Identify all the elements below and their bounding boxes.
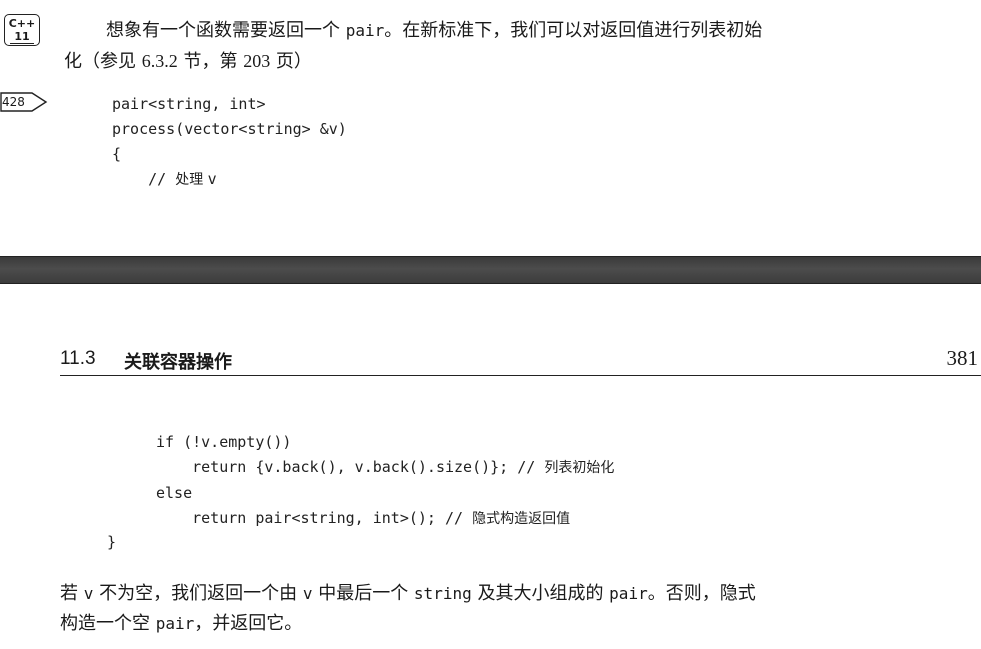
text-span: ，并返回它。 (194, 613, 303, 634)
code-term: pair (155, 614, 195, 633)
code-term: v (83, 584, 94, 603)
code-closing-brace: } (107, 533, 117, 551)
page-number: 381 (946, 346, 979, 370)
explanation-paragraph-line-2: 构造一个空 pair，并返回它。 (60, 609, 302, 639)
explanation-paragraph-line-1: 若 v 不为空，我们返回一个由 v 中最后一个 string 及其大小组成的 p… (60, 579, 756, 609)
top-page: C++ 11 想象有一个函数需要返回一个 pair。在新标准下，我们可以对返回值… (0, 0, 981, 256)
text-span: 。在新标准下，我们可以对返回值进行列表初始 (384, 20, 763, 41)
margin-reference-arrow-icon: 428 (0, 92, 48, 112)
chapter-title: 关联容器操作 (124, 352, 232, 373)
text-span: 构造一个空 (60, 613, 156, 634)
code-comment: 隐式构造返回值 (472, 511, 571, 527)
code-term: pair (345, 21, 385, 40)
code-comment: 列表初始化 (544, 460, 615, 476)
text-span: 不为空，我们返回一个由 (93, 583, 303, 604)
running-header: 11.3 关联容器操作 381 (60, 342, 981, 376)
code-line: if (!v.empty()) (156, 433, 292, 451)
badge-line-1: C++ (8, 17, 36, 30)
page-ref: 203 (243, 51, 271, 71)
page-separator (0, 256, 981, 284)
code-line: return {v.back(), v.back().size()}; // 列… (156, 458, 614, 476)
bottom-page: 11.3 关联容器操作 381 if (!v.empty()) return {… (0, 284, 981, 649)
text-span: 及其大小组成的 (471, 583, 610, 604)
section-ref: 6.3.2 (141, 51, 178, 71)
code-line: process(vector<string> &v) (112, 120, 347, 138)
badge-line-2: 11 (10, 30, 34, 44)
code-term: string (413, 584, 472, 603)
text-span: 节，第 (177, 51, 244, 72)
code-block-top: pair<string, int> process(vector<string>… (112, 92, 347, 193)
text-span: 中最后一个 (312, 583, 414, 604)
code-comment-prefix: // (148, 170, 176, 188)
margin-reference-number: 428 (2, 95, 25, 109)
text-span: 想象有一个函数需要返回一个 (106, 20, 346, 41)
code-text: return pair<string, int>(); // (192, 509, 473, 527)
code-line: pair<string, int> (112, 95, 266, 113)
code-line: else (156, 484, 193, 502)
code-line: return pair<string, int>(); // 隐式构造返回值 (156, 509, 570, 527)
code-line: { (112, 145, 122, 163)
intro-paragraph-line-2: 化（参见 6.3.2 节，第 203 页） (64, 46, 312, 77)
cpp11-badge-icon: C++ 11 (4, 14, 40, 46)
text-span: 页） (270, 51, 312, 72)
text-span: 化（参见 (64, 51, 142, 72)
code-comment-var: v (207, 170, 217, 188)
text-span: 。否则，隐式 (647, 583, 756, 604)
code-term: pair (609, 584, 648, 603)
text-span: 若 (60, 583, 84, 604)
code-block-bottom: if (!v.empty()) return {v.back(), v.back… (156, 430, 614, 532)
intro-paragraph-line-1: 想象有一个函数需要返回一个 pair。在新标准下，我们可以对返回值进行列表初始 (106, 16, 762, 46)
chapter-number: 11.3 (60, 348, 96, 369)
code-text: return {v.back(), v.back().size()}; // (192, 458, 545, 476)
code-comment: 处理 (175, 172, 208, 188)
